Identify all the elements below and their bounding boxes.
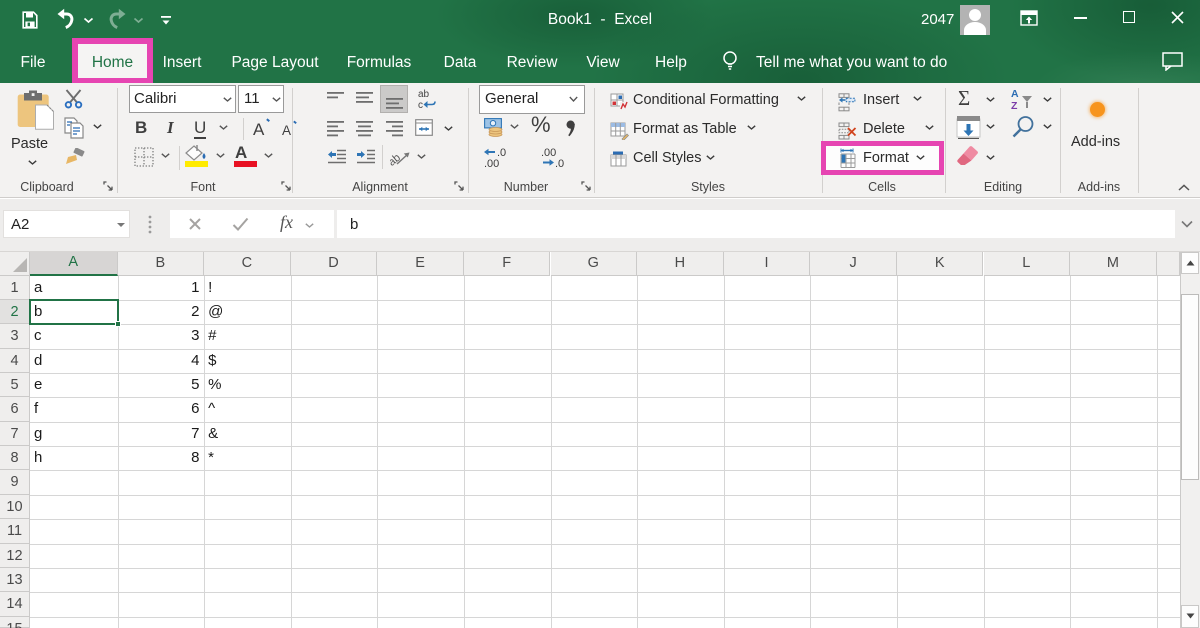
svg-text:.0: .0 bbox=[555, 158, 564, 168]
svg-text:A: A bbox=[253, 120, 265, 138]
svg-text:.00: .00 bbox=[484, 158, 499, 168]
svg-text:A: A bbox=[282, 123, 291, 138]
svg-text:Z: Z bbox=[1011, 100, 1018, 111]
svg-text:c: c bbox=[418, 100, 423, 110]
svg-text:.00: .00 bbox=[541, 147, 556, 159]
svg-text:A: A bbox=[1011, 88, 1019, 100]
svg-text:ab: ab bbox=[418, 89, 430, 100]
